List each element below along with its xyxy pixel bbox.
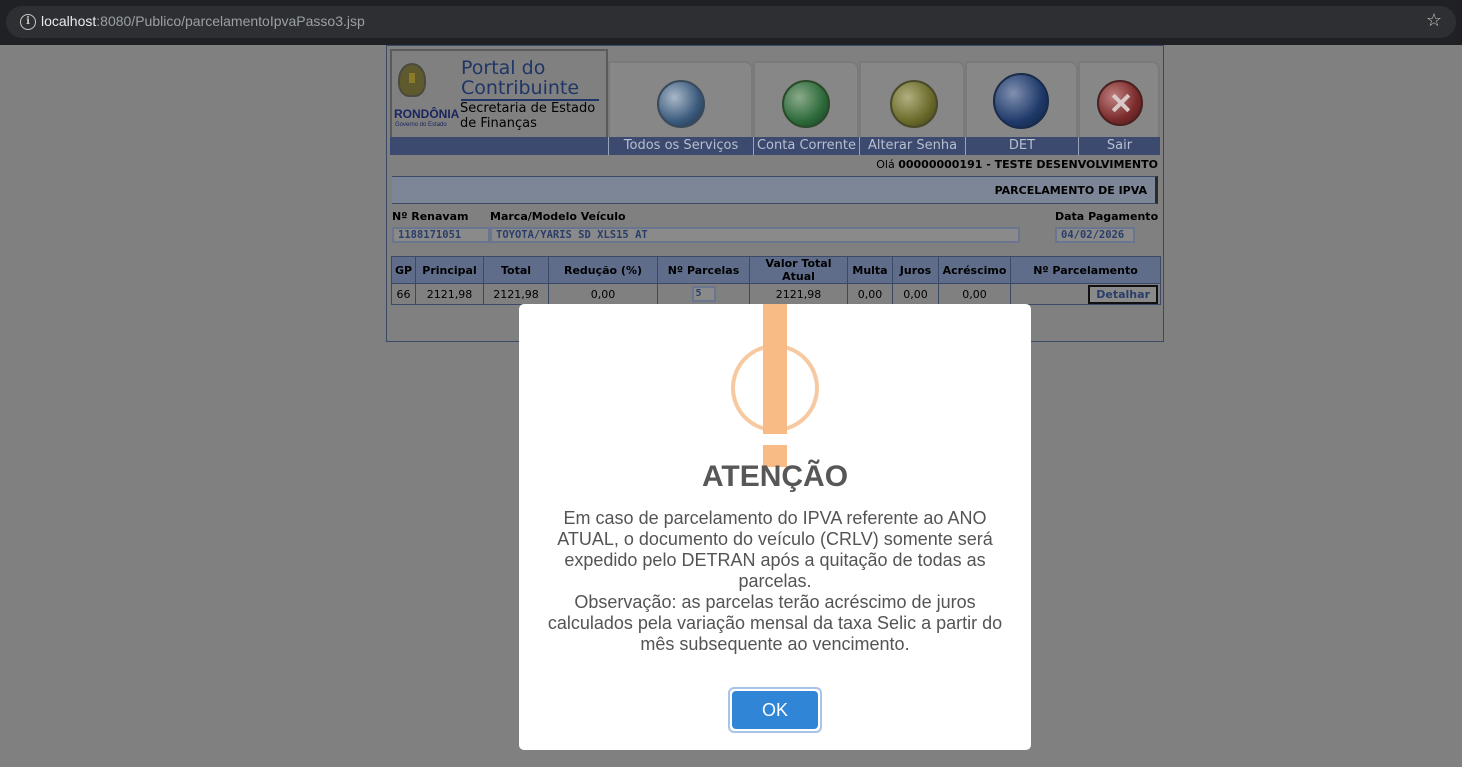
col-total: Total bbox=[483, 256, 549, 284]
user-greeting: Olá 00000000191 - TESTE DESENVOLVIMENTO bbox=[876, 158, 1158, 171]
parcelamento-table: GP Principal Total Redução (%) Nº Parcel… bbox=[391, 256, 1161, 305]
nav-label-conta-corrente: Conta Corrente bbox=[753, 137, 859, 155]
col-parcelas: Nº Parcelas bbox=[657, 256, 750, 284]
col-acrescimo: Acréscimo bbox=[938, 256, 1011, 284]
data-pagamento-field[interactable]: 04/02/2026 bbox=[1055, 227, 1135, 243]
nav-label-sair: Sair bbox=[1078, 137, 1160, 155]
url-host: localhost bbox=[41, 13, 97, 29]
dialog-title: ATENÇÃO bbox=[701, 460, 849, 493]
cell-reducao: 0,00 bbox=[548, 283, 658, 305]
ok-button[interactable]: OK bbox=[728, 687, 822, 733]
state-name: RONDÔNIA bbox=[394, 107, 460, 121]
site-info-icon[interactable]: i bbox=[20, 14, 36, 30]
key-icon bbox=[890, 80, 938, 128]
globe-computer-icon bbox=[657, 80, 705, 128]
close-icon bbox=[1097, 80, 1143, 126]
nav-sair[interactable]: Sair bbox=[1078, 61, 1160, 155]
cell-gp: 66 bbox=[391, 283, 416, 305]
dialog-message: Em caso de parcelamento do IPVA referent… bbox=[539, 508, 1011, 655]
cell-acrescimo: 0,00 bbox=[938, 283, 1011, 305]
nav-alterar-senha[interactable]: Alterar Senha bbox=[859, 61, 965, 155]
modelo-label: Marca/Modelo Veículo bbox=[490, 210, 626, 223]
warning-icon-bar bbox=[763, 304, 787, 434]
warning-dialog: ATENÇÃO Em caso de parcelamento do IPVA … bbox=[519, 304, 1031, 750]
portal-title-line1: Portal do bbox=[461, 57, 546, 79]
nav-conta-corrente[interactable]: Conta Corrente bbox=[753, 61, 859, 155]
col-multa: Multa bbox=[847, 256, 893, 284]
col-num-parcelamento: Nº Parcelamento bbox=[1010, 256, 1161, 284]
portal-header: RONDÔNIA Governo do Estado Portal do Con… bbox=[390, 49, 1160, 155]
nav-label-todos-servicos: Todos os Serviços bbox=[608, 137, 753, 155]
nav-strip bbox=[390, 137, 608, 155]
gov-label: Governo do Estado bbox=[395, 122, 447, 128]
portal-title-line2: Contribuinte bbox=[461, 77, 580, 99]
portal-logo: RONDÔNIA Governo do Estado Portal do Con… bbox=[390, 49, 608, 137]
cell-total: 2121,98 bbox=[483, 283, 549, 305]
nav-label-det: DET bbox=[965, 137, 1078, 155]
col-juros: Juros bbox=[892, 256, 939, 284]
browser-toolbar: i localhost:8080/Publico/parcelamentoIpv… bbox=[0, 0, 1462, 45]
renavam-field[interactable]: 1188171051 bbox=[392, 227, 490, 243]
cell-principal: 2121,98 bbox=[415, 283, 484, 305]
coat-of-arms-icon bbox=[398, 63, 426, 97]
col-gp: GP bbox=[391, 256, 416, 284]
section-title: PARCELAMENTO DE IPVA bbox=[994, 184, 1147, 197]
magnifier-document-icon bbox=[782, 80, 830, 128]
bell-icon bbox=[993, 73, 1049, 129]
table-row: 66 2121,98 2121,98 0,00 5 2121,98 0,00 0… bbox=[391, 283, 1161, 305]
cell-juros: 0,00 bbox=[892, 283, 939, 305]
ok-button-label: OK bbox=[732, 691, 818, 729]
url-path: :8080/Publico/parcelamentoIpvaPasso3.jsp bbox=[96, 13, 365, 29]
col-reducao: Redução (%) bbox=[548, 256, 658, 284]
secretaria-line2: de Finanças bbox=[460, 116, 537, 131]
col-valor-total: Valor Total Atual bbox=[749, 256, 848, 284]
detalhar-button[interactable]: Detalhar bbox=[1088, 284, 1158, 304]
dialog-message-line2: Observação: as parcelas terão acréscimo … bbox=[547, 592, 1003, 654]
dialog-message-line1: Em caso de parcelamento do IPVA referent… bbox=[557, 508, 993, 591]
address-bar[interactable]: i localhost:8080/Publico/parcelamentoIpv… bbox=[6, 6, 1456, 38]
col-principal: Principal bbox=[415, 256, 484, 284]
nav-todos-servicos[interactable]: Todos os Serviços bbox=[608, 61, 753, 155]
bookmark-star-icon[interactable]: ☆ bbox=[1426, 10, 1442, 31]
modelo-field[interactable]: TOYOTA/YARIS SD XLS15 AT bbox=[490, 227, 1020, 243]
user-name: 00000000191 - TESTE DESENVOLVIMENTO bbox=[898, 158, 1158, 171]
section-title-bar: PARCELAMENTO DE IPVA bbox=[392, 176, 1158, 204]
cell-valor-total: 2121,98 bbox=[749, 283, 848, 305]
cell-num-parcelamento: Detalhar bbox=[1010, 283, 1161, 305]
cell-multa: 0,00 bbox=[847, 283, 893, 305]
table-header-row: GP Principal Total Redução (%) Nº Parcel… bbox=[391, 256, 1161, 284]
data-pagamento-label: Data Pagamento bbox=[1055, 210, 1159, 223]
nav-label-alterar-senha: Alterar Senha bbox=[859, 137, 965, 155]
renavam-label: Nº Renavam bbox=[392, 210, 469, 223]
cell-parcelas: 5 bbox=[657, 283, 750, 305]
nav-det[interactable]: DET bbox=[965, 61, 1078, 155]
secretaria-line1: Secretaria de Estado bbox=[460, 101, 596, 116]
portal-page: RONDÔNIA Governo do Estado Portal do Con… bbox=[386, 45, 1164, 342]
url-text[interactable]: localhost:8080/Publico/parcelamentoIpvaP… bbox=[41, 13, 365, 29]
parcelas-input[interactable]: 5 bbox=[691, 286, 716, 302]
